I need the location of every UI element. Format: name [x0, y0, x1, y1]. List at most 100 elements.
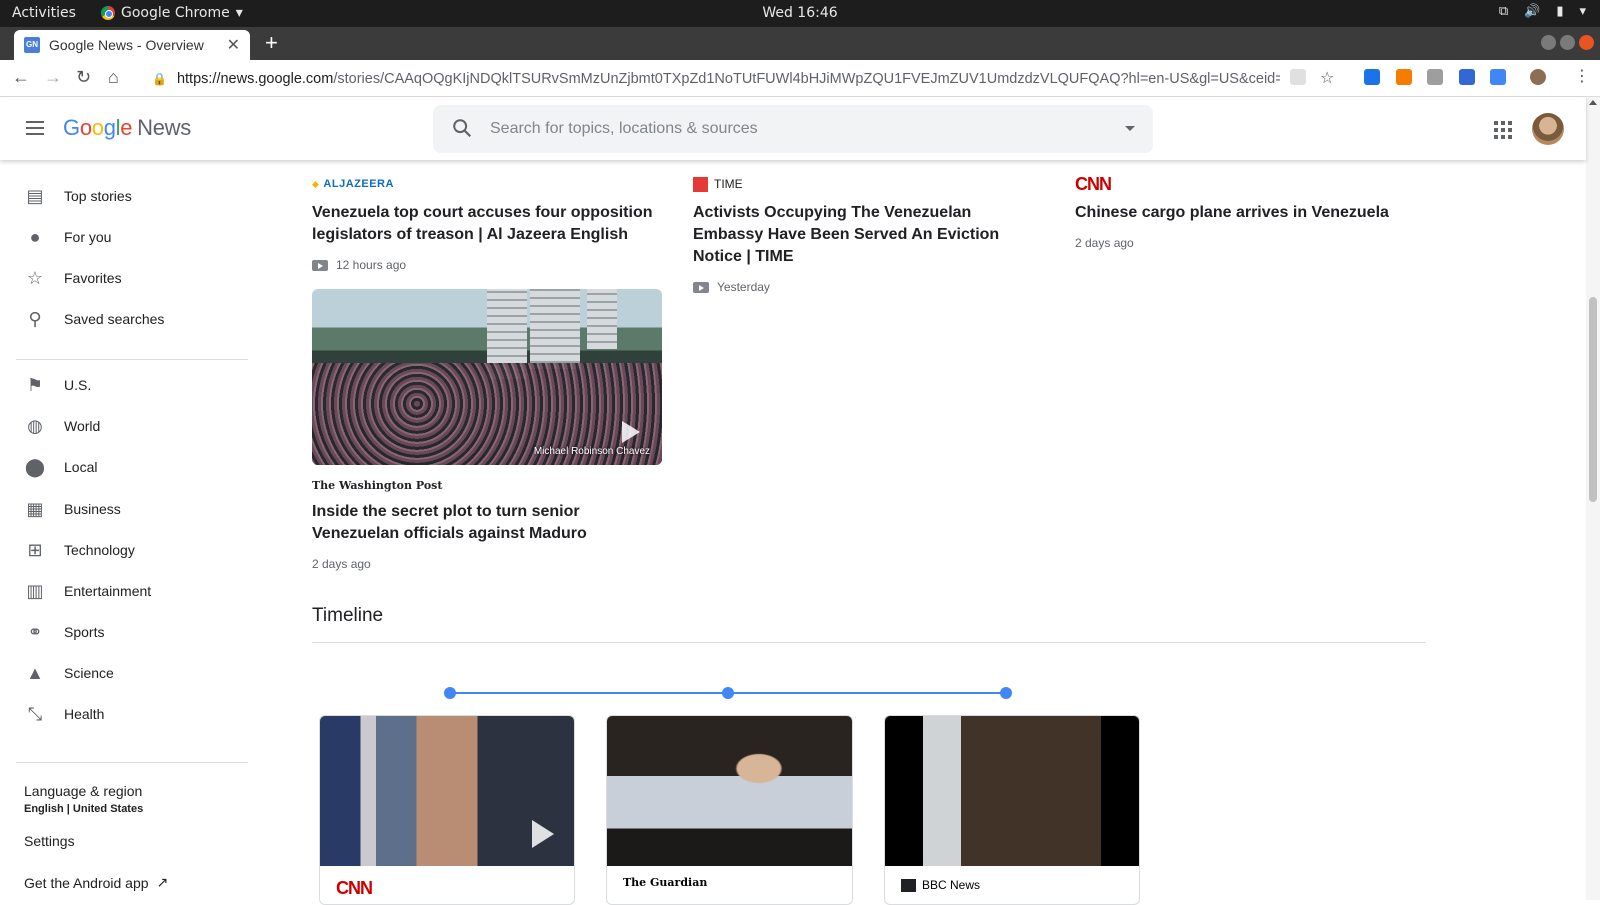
article-headline[interactable]: Activists Occupying The Venezuelan Embas… [693, 202, 1043, 268]
cnn-logo: CNN [1075, 173, 1112, 194]
reload-icon[interactable]: ↻ [76, 67, 91, 88]
network-icon[interactable]: ⧉ [1499, 4, 1508, 19]
timeline-card-source: The Guardian [623, 876, 708, 889]
volume-icon[interactable]: 🔊 [1524, 4, 1540, 19]
close-tab-icon[interactable]: ✕ [227, 35, 240, 55]
main-content: ALJAZEERA Venezuela top court accuses fo… [0, 160, 1586, 905]
timeline-heading: Timeline [312, 605, 384, 626]
article-card[interactable]: The Washington Post Inside the secret pl… [312, 476, 662, 572]
article-source[interactable]: ALJAZEERA [312, 175, 662, 193]
search-icon[interactable] [451, 117, 473, 139]
article-card[interactable]: TIME Activists Occupying The Venezuelan … [693, 175, 1043, 294]
article-headline[interactable]: Inside the secret plot to turn senior Ve… [312, 501, 662, 545]
logo-letter: o [79, 115, 92, 140]
timeline-card[interactable]: BBC News [884, 715, 1140, 905]
new-tab-button[interactable]: + [265, 30, 278, 56]
source-name: TIME [714, 177, 743, 191]
timeline-point[interactable] [444, 687, 456, 699]
photo-credit: Michael Robinson Chavez [533, 446, 650, 457]
url-host: https://news.google.com [176, 70, 334, 87]
article-headline[interactable]: Venezuela top court accuses four opposit… [312, 202, 662, 246]
clock[interactable]: Wed 16:46 [0, 5, 1600, 21]
article-time: 12 hours ago [336, 258, 407, 272]
logo-letter: e [120, 115, 133, 140]
article-source[interactable]: TIME [693, 175, 1043, 193]
google-news-logo[interactable]: Google News [63, 115, 191, 141]
search-options-dropdown-icon[interactable] [1125, 126, 1135, 131]
cnn-logo: CNN [336, 878, 373, 898]
aljazeera-logo: ALJAZEERA [312, 178, 394, 190]
logo-news-text: News [137, 115, 191, 140]
logo-letter: o [91, 115, 104, 140]
video-icon [693, 281, 709, 293]
url-path: /stories/CAAqOQgKIjNDQklTSURvSmMzUnZjbmt… [333, 70, 1280, 87]
browser-toolbar: ← → ↻ ⌂ 🔒 https://news.google.com /stori… [0, 60, 1600, 97]
system-tray[interactable]: ⧉ 🔊 ▮ ▾ [1499, 4, 1586, 19]
minimize-button[interactable] [1541, 35, 1556, 50]
article-time: 2 days ago [312, 557, 371, 571]
timeline-card-image [607, 716, 852, 866]
profile-avatar[interactable] [1530, 69, 1546, 85]
photo-building [587, 289, 617, 349]
time-logo-icon [693, 176, 708, 192]
account-avatar[interactable] [1532, 113, 1564, 145]
bookmark-star-icon[interactable]: ☆ [1320, 68, 1334, 88]
google-apps-icon[interactable] [1494, 121, 1512, 139]
play-icon [622, 421, 640, 443]
address-bar[interactable]: 🔒 https://news.google.com /stories/CAAqO… [144, 64, 1280, 93]
timeline-card-image [320, 716, 574, 866]
back-icon[interactable]: ← [12, 67, 30, 88]
scroll-up-arrow-icon[interactable] [1589, 100, 1597, 105]
video-icon [312, 259, 328, 271]
page-scrollbar[interactable] [1586, 97, 1600, 900]
article-image[interactable]: Michael Robinson Chavez [312, 289, 662, 465]
logo-letter: G [63, 115, 80, 140]
article-meta: 2 days ago [1075, 236, 1425, 250]
article-time: Yesterday [717, 280, 770, 294]
scrollbar-thumb[interactable] [1589, 297, 1597, 502]
bbc-logo-icon [901, 878, 916, 892]
main-menu-icon[interactable] [26, 121, 44, 139]
tab-strip: GN Google News - Overview ✕ + [0, 27, 1600, 60]
lock-icon: 🔒 [152, 71, 167, 86]
more-menu-icon[interactable]: ⋮ [1574, 66, 1590, 86]
timeline-card-image [885, 716, 1139, 866]
extension-icon[interactable] [1427, 69, 1443, 85]
rss-icon[interactable] [1396, 69, 1412, 85]
timeline-point[interactable] [1000, 687, 1012, 699]
source-name: BBC News [922, 878, 981, 892]
guardian-logo: The Guardian [623, 876, 708, 889]
timeline-divider [312, 642, 1426, 643]
maximize-button[interactable] [1560, 35, 1575, 50]
article-source[interactable]: The Washington Post [312, 476, 662, 494]
browser-tab[interactable]: GN Google News - Overview ✕ [14, 30, 250, 60]
timeline-card[interactable]: CNN [319, 715, 575, 905]
search-input[interactable]: Search for topics, locations & sources [490, 120, 758, 138]
forward-icon[interactable]: → [44, 67, 62, 88]
article-meta: Yesterday [693, 280, 1043, 294]
battery-icon[interactable]: ▮ [1556, 4, 1563, 19]
google-news-favicon-icon: GN [24, 37, 40, 53]
extension-icon[interactable] [1364, 69, 1380, 85]
photo-building [530, 289, 580, 369]
logo-letter: g [103, 115, 116, 140]
article-card[interactable]: CNN Chinese cargo plane arrives in Venez… [1075, 173, 1425, 251]
article-meta: 2 days ago [312, 557, 662, 571]
close-window-button[interactable] [1579, 35, 1594, 50]
home-icon[interactable]: ⌂ [108, 67, 119, 88]
timeline-card-source: CNN [336, 878, 373, 899]
article-headline[interactable]: Chinese cargo plane arrives in Venezuela [1075, 202, 1425, 224]
news-header: Google News Search for topics, locations … [0, 97, 1586, 160]
window-controls [1541, 35, 1594, 50]
article-card[interactable]: ALJAZEERA Venezuela top court accuses fo… [312, 175, 662, 272]
chevron-down-icon[interactable]: ▾ [1579, 4, 1586, 19]
tab-title: Google News - Overview [49, 37, 204, 53]
search-bar[interactable]: Search for topics, locations & sources [433, 105, 1153, 153]
camera-icon[interactable] [1459, 69, 1475, 85]
article-source[interactable]: CNN [1075, 173, 1425, 194]
timeline-point[interactable] [722, 687, 734, 699]
timeline-card[interactable]: The Guardian [606, 715, 853, 905]
timeline-card-source: BBC News [901, 878, 980, 892]
translate-icon[interactable] [1490, 69, 1506, 85]
translate-blocked-icon[interactable] [1290, 69, 1306, 85]
